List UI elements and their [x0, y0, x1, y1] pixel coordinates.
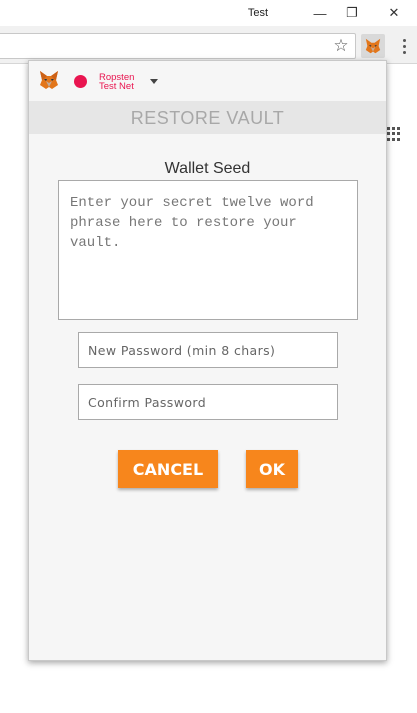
- minimize-button[interactable]: —: [309, 3, 331, 23]
- ok-button[interactable]: OK: [246, 450, 298, 488]
- browser-toolbar: ☆: [0, 26, 417, 64]
- wallet-seed-textarea[interactable]: [58, 180, 358, 320]
- new-password-field[interactable]: [78, 332, 338, 368]
- close-icon: ✕: [388, 5, 400, 20]
- cancel-button[interactable]: CANCEL: [118, 450, 218, 488]
- confirm-password-field[interactable]: [78, 384, 338, 420]
- caret-down-icon[interactable]: [150, 79, 158, 84]
- popup-header: Ropsten Test Net: [29, 61, 386, 101]
- apps-grid-icon[interactable]: [387, 127, 401, 141]
- kebab-menu-icon[interactable]: [396, 36, 412, 56]
- metamask-extension-button[interactable]: [361, 34, 385, 58]
- minimize-icon: —: [313, 5, 327, 21]
- metamask-fox-icon: [365, 38, 381, 54]
- bookmark-star-icon[interactable]: ☆: [331, 36, 351, 56]
- metamask-popup: Ropsten Test Net RESTORE VAULT Wallet Se…: [28, 60, 387, 661]
- wallet-seed-label: Wallet Seed: [164, 160, 251, 177]
- window-title-bar: Test — ❐ ✕: [0, 0, 417, 26]
- close-window-button[interactable]: ✕: [383, 3, 405, 23]
- restore-button[interactable]: ❐: [341, 3, 363, 23]
- network-status-dot[interactable]: [74, 75, 87, 88]
- restore-icon: ❐: [346, 5, 358, 20]
- profile-name[interactable]: Test: [244, 5, 272, 21]
- metamask-fox-logo-icon: [40, 71, 58, 89]
- page-title: RESTORE VAULT: [29, 101, 386, 134]
- address-bar[interactable]: [0, 33, 356, 59]
